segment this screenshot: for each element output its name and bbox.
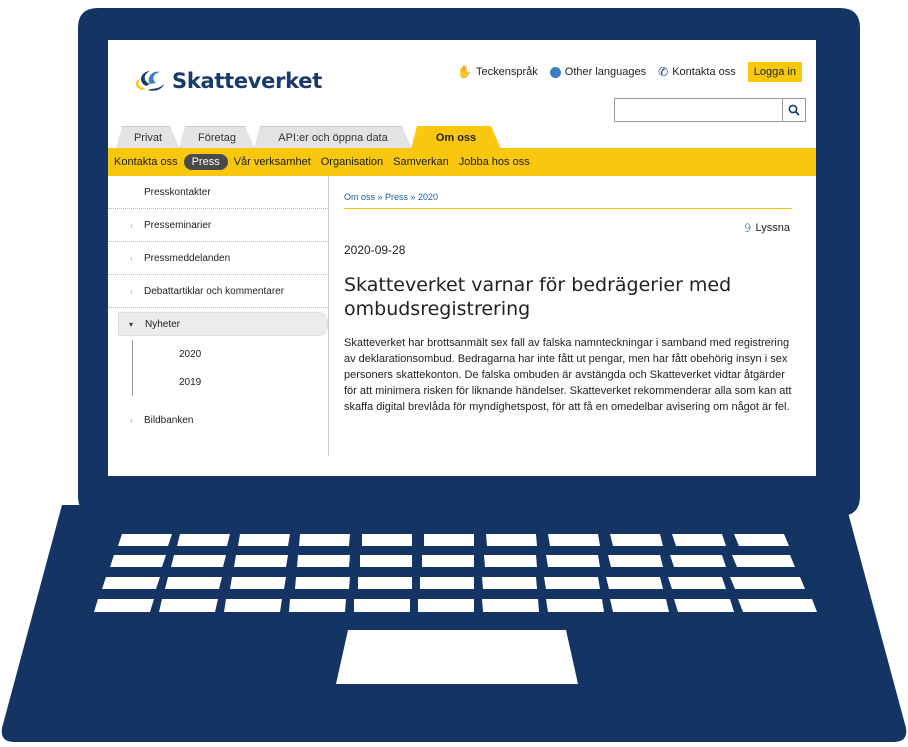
chevron-right-icon: › [130, 415, 133, 425]
article-date: 2020-09-28 [344, 243, 406, 257]
phone-icon: ✆ [658, 65, 669, 79]
sidebar-item-presskontakter[interactable]: Presskontakter [108, 176, 328, 209]
sidebar-item-label: Presskontakter [144, 186, 211, 198]
subnav-var-verksamhet[interactable]: Vår verksamhet [230, 154, 315, 170]
sidebar-subitem-2020[interactable]: 2020 [132, 340, 328, 368]
subnav-press[interactable]: Press [183, 154, 228, 170]
chevron-right-icon: › [130, 286, 133, 296]
contact-link[interactable]: ✆ Kontakta oss [658, 65, 736, 79]
contact-label: Kontakta oss [672, 66, 736, 78]
top-links: ✋ Teckenspråk Other languages ✆ Kontakta… [457, 62, 802, 82]
sidebar-item-label: Bildbanken [144, 414, 194, 426]
ear-icon: 𝟿 [743, 220, 752, 235]
skatteverket-logo[interactable]: Skatteverket [132, 68, 322, 94]
sidebar: Presskontakter › Presseminarier › Pressm… [108, 176, 329, 456]
article-headline: Skatteverket varnar för bedrägerier med … [344, 274, 732, 320]
logo-text: Skatteverket [172, 69, 322, 93]
other-languages-label: Other languages [564, 66, 647, 78]
sidebar-item-nyheter[interactable]: ▾ Nyheter [118, 312, 328, 336]
search-box [614, 98, 806, 122]
browser-screen: Skatteverket ✋ Teckenspråk Other languag… [108, 40, 816, 476]
sidebar-item-debattartiklar[interactable]: › Debattartiklar och kommentarer [108, 275, 328, 308]
touchpad [336, 630, 578, 684]
main-content: Om oss » Press » 2020 𝟿 Lyssna 2020-09-2… [344, 176, 804, 415]
sidebar-item-label: Pressmeddelanden [144, 252, 231, 264]
tab-privat[interactable]: Privat [116, 126, 180, 149]
sub-navigation: Kontakta oss Press Vår verksamhet Organi… [108, 148, 816, 176]
login-button[interactable]: Logga in [747, 62, 802, 82]
sidebar-item-label: Debattartiklar och kommentarer [144, 285, 285, 297]
chevron-right-icon: › [130, 253, 133, 263]
tab-api[interactable]: API:er och öppna data [254, 126, 412, 149]
logo-icon [136, 71, 164, 91]
subnav-samverkan[interactable]: Samverkan [389, 154, 453, 170]
listen-label: Lyssna [755, 222, 790, 234]
sign-language-label: Teckenspråk [476, 66, 538, 78]
article-body: Skatteverket har brottsanmält sex fall a… [344, 337, 792, 413]
sidebar-subitem-2019[interactable]: 2019 [132, 368, 328, 396]
search-button[interactable] [782, 99, 805, 121]
search-icon [788, 104, 800, 116]
chevron-down-icon: ▾ [129, 319, 134, 329]
search-input[interactable] [615, 99, 782, 121]
sidebar-item-pressmeddelanden[interactable]: › Pressmeddelanden [108, 242, 328, 275]
sign-language-link[interactable]: ✋ Teckenspråk [457, 65, 538, 79]
breadcrumb[interactable]: Om oss » Press » 2020 [344, 192, 792, 209]
subnav-kontakta-oss[interactable]: Kontakta oss [110, 154, 182, 170]
sidebar-item-label: Nyheter [145, 318, 181, 330]
sidebar-item-presseminarier[interactable]: › Presseminarier [108, 209, 328, 242]
sign-language-icon: ✋ [457, 65, 473, 79]
main-tabs: Privat Företag API:er och öppna data Om … [116, 126, 500, 148]
tab-om-oss[interactable]: Om oss [411, 126, 501, 149]
sidebar-item-label: Presseminarier [144, 219, 212, 231]
listen-button[interactable]: 𝟿 Lyssna [743, 220, 790, 236]
chevron-right-icon: › [130, 220, 133, 230]
other-languages-link[interactable]: Other languages [549, 66, 647, 78]
subnav-organisation[interactable]: Organisation [317, 154, 387, 170]
tab-foretag[interactable]: Företag [179, 126, 255, 149]
subnav-jobba-hos-oss[interactable]: Jobba hos oss [455, 154, 534, 170]
globe-icon [549, 66, 561, 78]
sidebar-item-bildbanken[interactable]: › Bildbanken [108, 404, 328, 436]
